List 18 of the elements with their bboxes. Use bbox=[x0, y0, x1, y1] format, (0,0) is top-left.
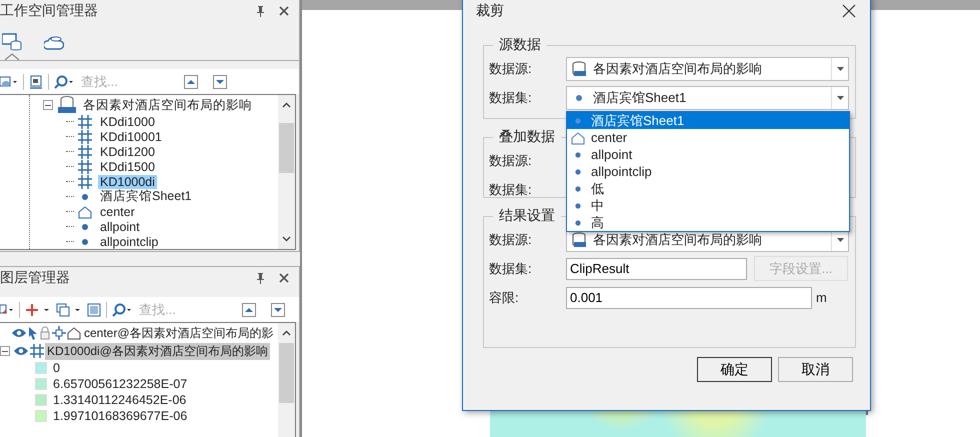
legend-label: 1.33140112246452E-06 bbox=[53, 393, 186, 407]
unit-label: m bbox=[816, 290, 827, 305]
group-title: 结果设置 bbox=[498, 207, 556, 225]
dialog-title: 裁剪 bbox=[476, 2, 504, 20]
legend-label: 6.65700561232258E-07 bbox=[53, 377, 188, 391]
field-label: 容限: bbox=[489, 288, 520, 306]
group-title: 源数据 bbox=[498, 36, 542, 54]
legend-label: 0 bbox=[53, 361, 60, 375]
legend-label: 1.99710168369677E-06 bbox=[53, 409, 188, 423]
field-label: 数据集: bbox=[489, 88, 533, 106]
field-label: 数据集: bbox=[489, 180, 533, 198]
field-label: 数据源: bbox=[489, 152, 533, 170]
field-label: 数据源: bbox=[489, 60, 533, 78]
field-label: 数据源: bbox=[489, 230, 533, 248]
field-label: 数据集: bbox=[489, 260, 533, 278]
group-title: 叠加数据 bbox=[498, 128, 556, 146]
panel-title: 图层管理器 bbox=[0, 269, 71, 287]
panel-title: 工作空间管理器 bbox=[0, 2, 99, 20]
